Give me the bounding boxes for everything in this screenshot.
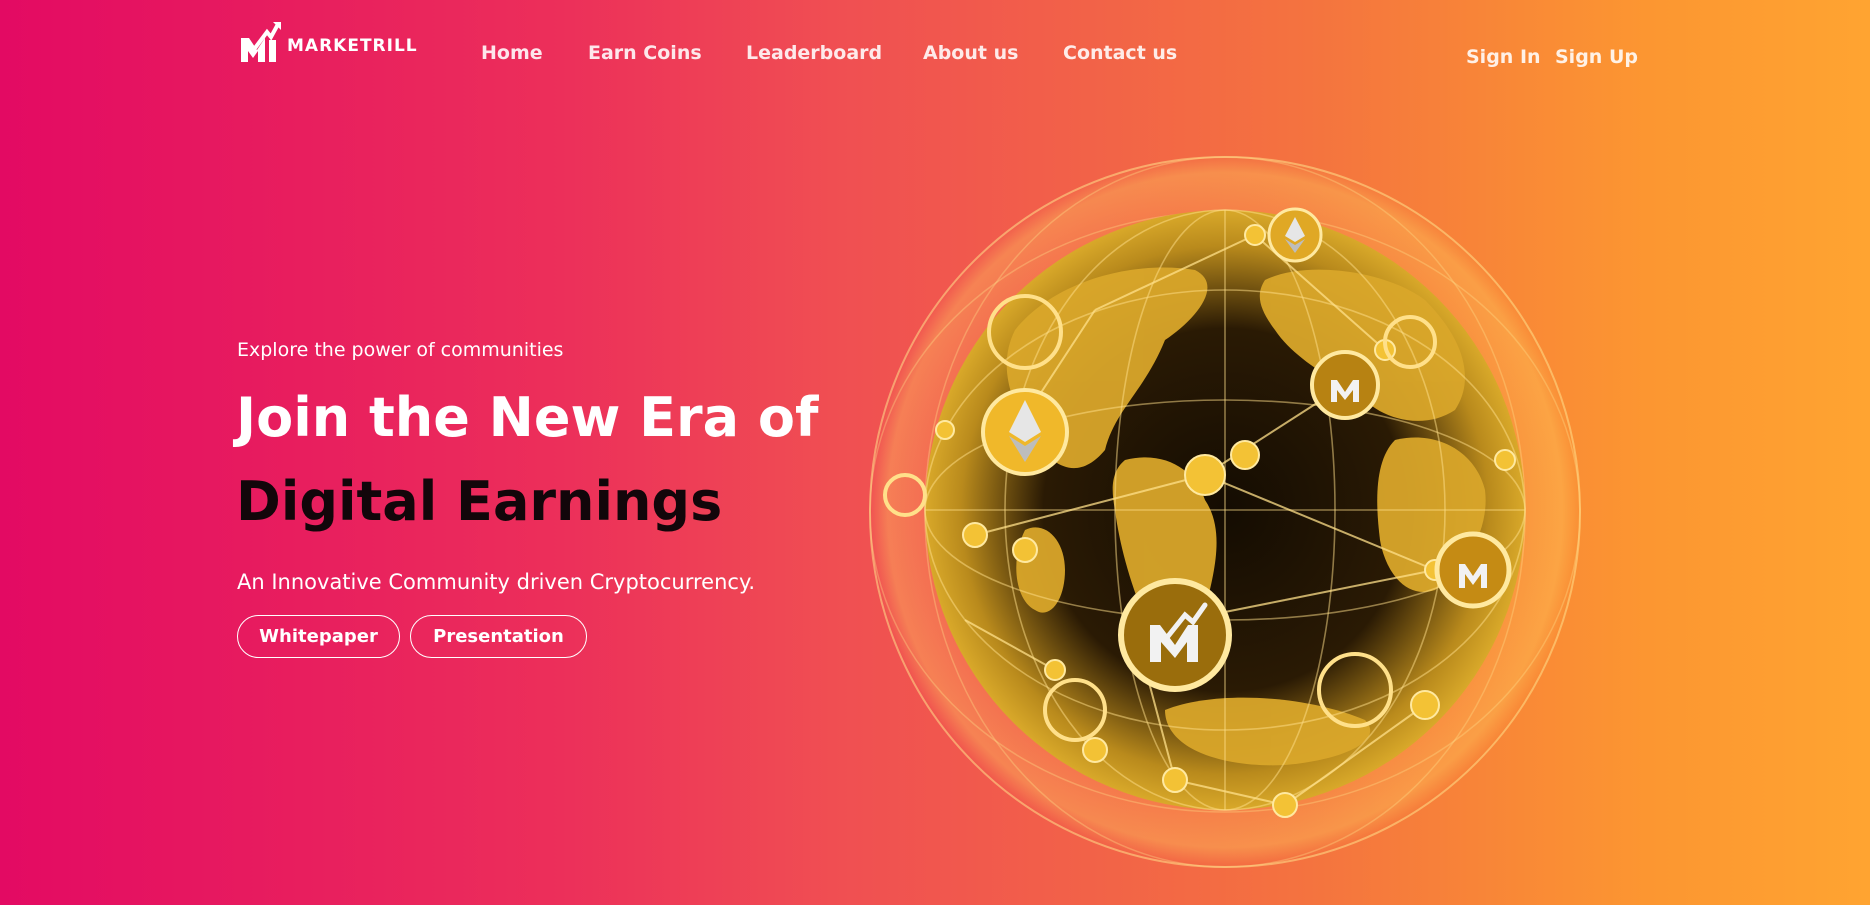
marketrill-logo-icon [237, 18, 287, 66]
presentation-button[interactable]: Presentation [410, 615, 587, 658]
crypto-globe-illustration [865, 150, 1595, 880]
brand-name: MARKETRILL [287, 36, 418, 56]
brand-logo[interactable]: MARKETRILL [237, 18, 418, 66]
hero-eyebrow: Explore the power of communities [237, 339, 564, 361]
nav-contact-us-link[interactable]: Contact us [1063, 42, 1177, 64]
nav-earn-coins-link[interactable]: Earn Coins [588, 42, 702, 64]
sign-in-link[interactable]: Sign In [1466, 46, 1541, 68]
nav-home-link[interactable]: Home [481, 42, 543, 64]
ethereum-coin-icon [981, 388, 1069, 476]
nav-leaderboard-link[interactable]: Leaderboard [746, 42, 882, 64]
marketrill-coin-icon [1118, 578, 1232, 692]
hero-headline-line-1: Join the New Era of [236, 386, 819, 449]
nav-about-us-link[interactable]: About us [923, 42, 1018, 64]
hero-subtitle: An Innovative Community driven Cryptocur… [237, 570, 756, 594]
hero-headline-line-2: Digital Earnings [236, 470, 723, 533]
whitepaper-button[interactable]: Whitepaper [237, 615, 400, 658]
top-navigation: MARKETRILL Home Earn Coins Leaderboard A… [237, 18, 1638, 68]
landing-page: MARKETRILL Home Earn Coins Leaderboard A… [0, 0, 1870, 905]
sign-up-link[interactable]: Sign Up [1555, 46, 1638, 68]
